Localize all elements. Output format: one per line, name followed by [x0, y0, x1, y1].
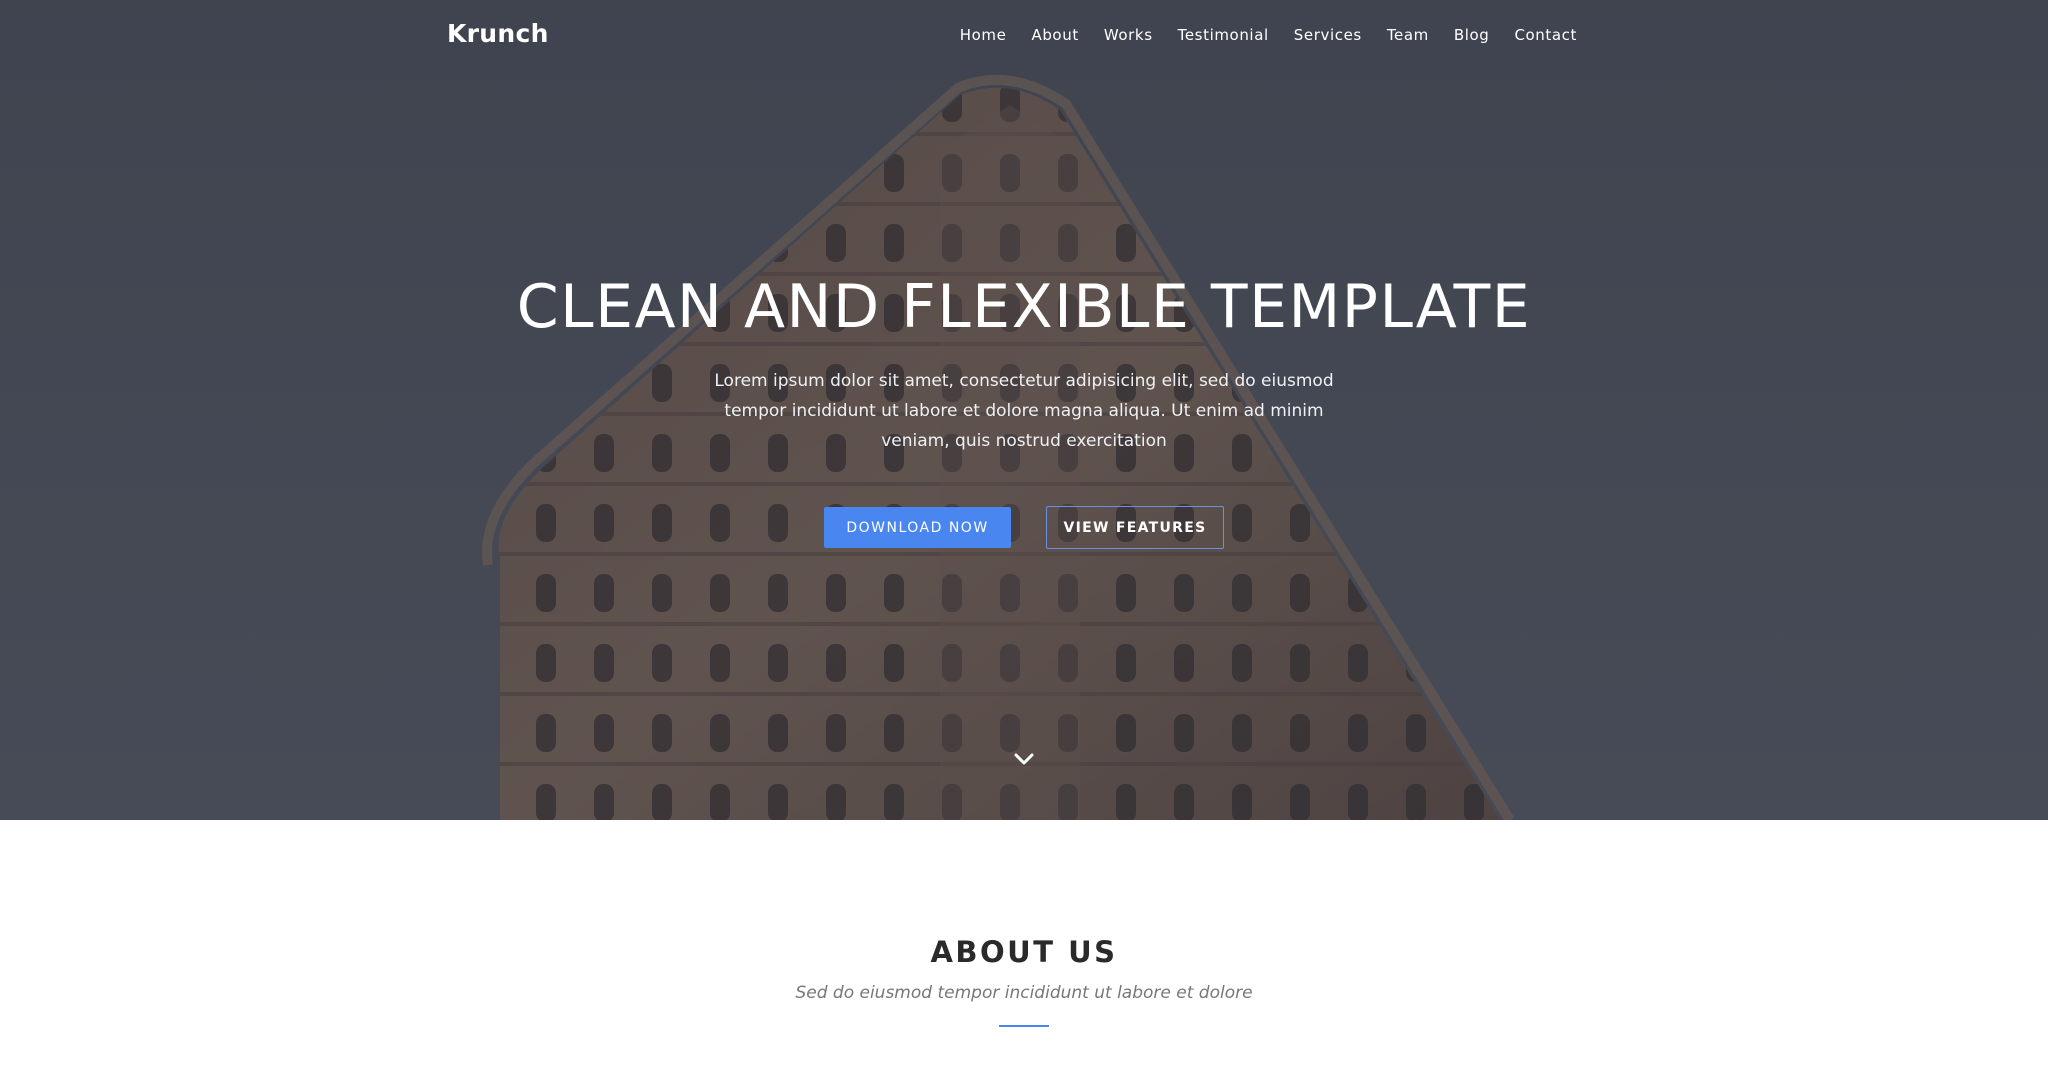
- chevron-down-icon[interactable]: [1014, 752, 1034, 766]
- about-title: ABOUT US: [930, 935, 1118, 969]
- nav-link-testimonial[interactable]: Testimonial: [1178, 26, 1269, 44]
- nav-link-services[interactable]: Services: [1294, 26, 1362, 44]
- about-divider: [999, 1025, 1049, 1027]
- about-subtitle: Sed do eiusmod tempor incididunt ut labo…: [795, 983, 1253, 1003]
- view-features-button[interactable]: VIEW FEATURES: [1046, 506, 1224, 549]
- nav-link-contact[interactable]: Contact: [1514, 26, 1577, 44]
- download-now-button[interactable]: DOWNLOAD NOW: [824, 507, 1011, 548]
- nav-link-works[interactable]: Works: [1104, 26, 1153, 44]
- nav-link-blog[interactable]: Blog: [1454, 26, 1490, 44]
- brand-logo[interactable]: Krunch: [447, 19, 549, 48]
- nav-menu: Home About Works Testimonial Services Te…: [935, 26, 1577, 44]
- nav-link-about[interactable]: About: [1031, 26, 1078, 44]
- hero-section: Krunch Home About Works Testimonial Serv…: [0, 0, 2048, 820]
- hero-description: Lorem ipsum dolor sit amet, consectetur …: [714, 371, 1334, 451]
- hero-title: CLEAN AND FLEXIBLE TEMPLATE: [516, 272, 1532, 342]
- nav-link-team[interactable]: Team: [1387, 26, 1429, 44]
- nav-link-home[interactable]: Home: [960, 26, 1007, 44]
- navbar: Krunch Home About Works Testimonial Serv…: [0, 0, 2048, 72]
